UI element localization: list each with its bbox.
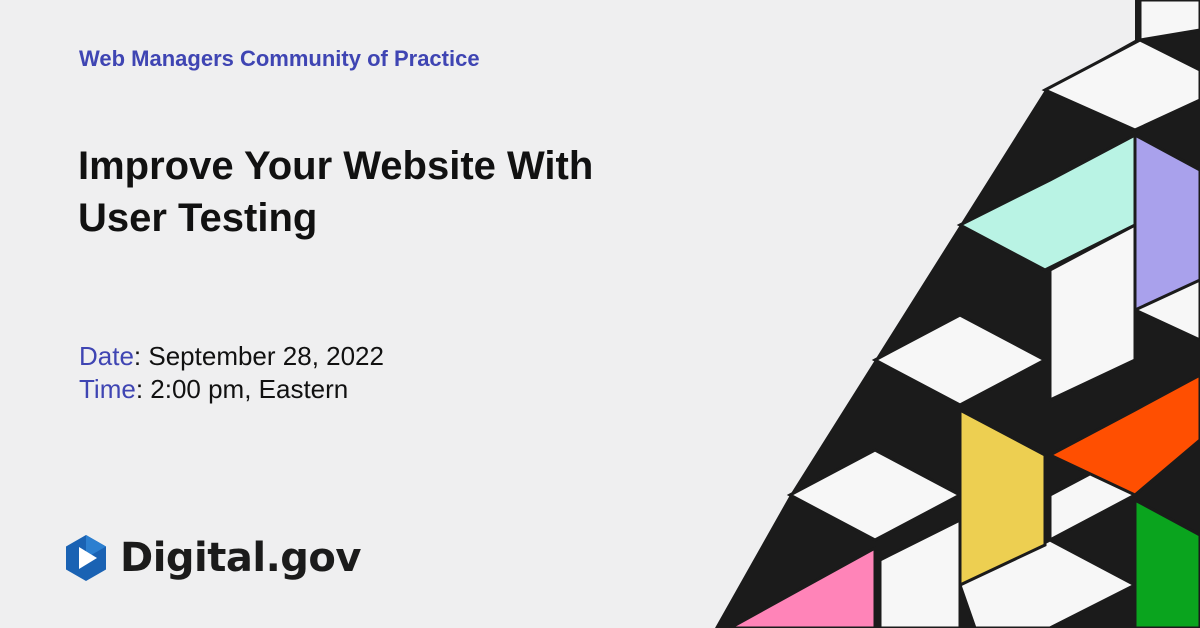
logo-wordmark: Digital.gov [120,535,361,581]
event-title-line-1: Improve Your Website With [78,144,594,188]
series-name: Web Managers Community of Practice [79,46,480,71]
play-hexagon-icon [66,535,106,581]
time-row: Time: 2:00 pm, Eastern [79,373,384,406]
event-details: Date: September 28, 2022 Time: 2:00 pm, … [79,340,384,406]
time-value: : 2:00 pm, Eastern [135,374,349,404]
event-title: Improve Your Website With User Testing [78,140,758,244]
digital-gov-logo: Digital.gov [64,534,361,582]
time-label: Time [79,374,136,404]
event-title-line-2: User Testing [78,196,318,240]
date-label: Date [79,341,134,371]
date-value: : September 28, 2022 [133,341,384,371]
event-card: Web Managers Community of Practice Impro… [0,0,1200,628]
date-row: Date: September 28, 2022 [79,340,384,373]
